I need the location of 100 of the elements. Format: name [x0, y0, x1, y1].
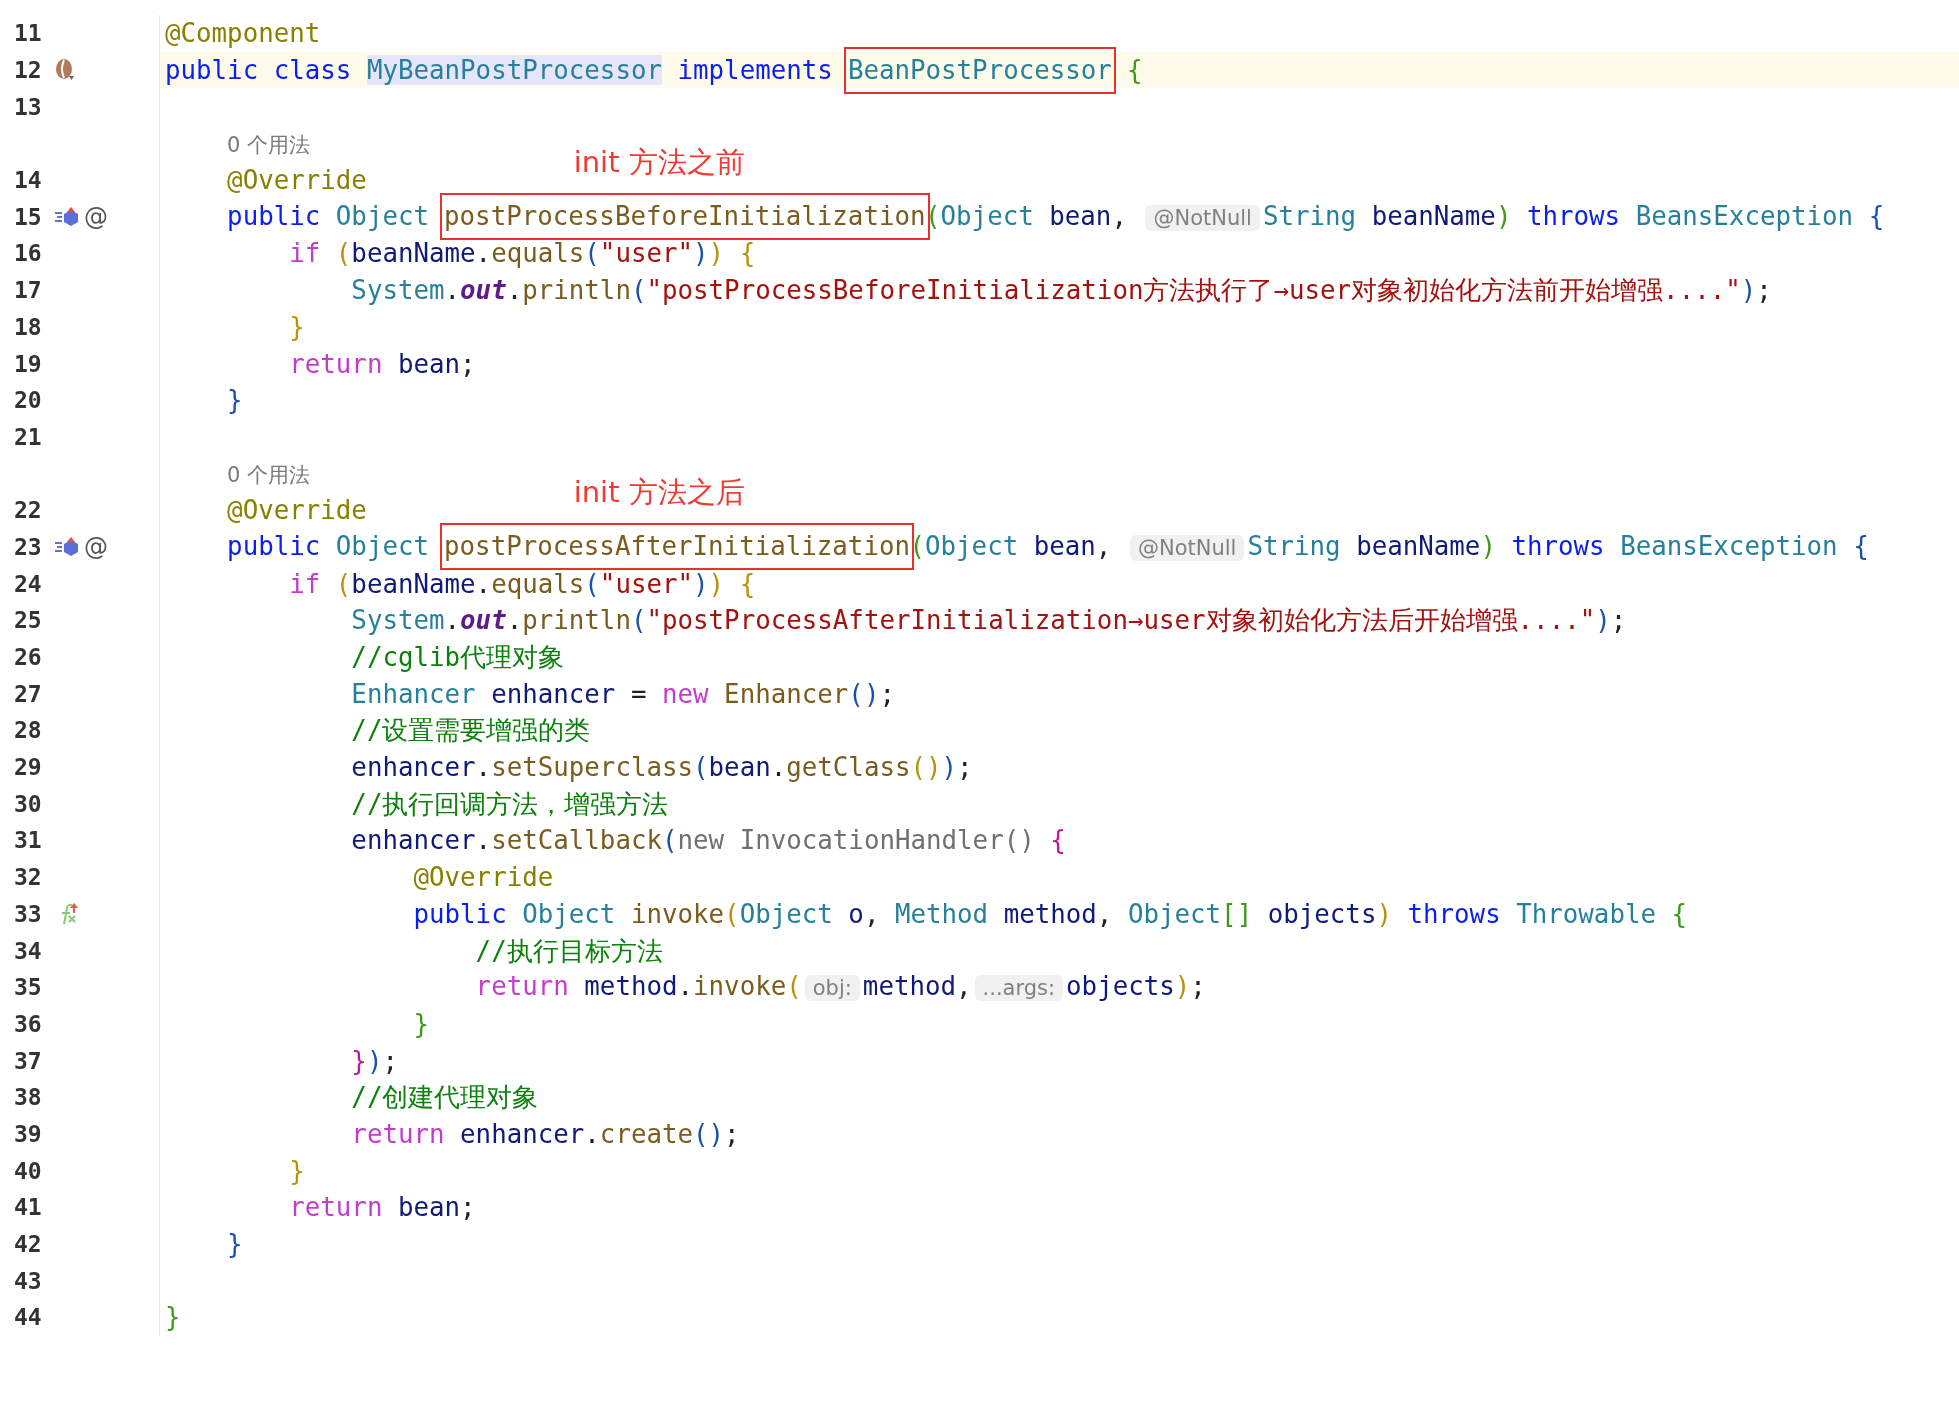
identifier: beanName [1371, 200, 1496, 231]
punctuation: . [506, 605, 523, 636]
keyword: return [351, 1118, 445, 1149]
identifier: bean [1049, 200, 1112, 231]
bracket: ) [366, 1045, 383, 1076]
bracket: } [227, 1229, 243, 1260]
usages-hint[interactable]: 0 个用法 [227, 463, 311, 488]
bracket: ) [941, 752, 958, 783]
method-name: invoke [630, 898, 725, 929]
punctuation: . [506, 275, 523, 306]
keyword: implements [677, 55, 833, 86]
comment: //创建代理对象 [351, 1082, 539, 1113]
keyword: return [289, 1192, 383, 1223]
keyword: if [289, 238, 321, 269]
punctuation: . [475, 568, 492, 599]
punctuation: , [1096, 898, 1113, 929]
type-name: BeansException [1635, 200, 1854, 231]
method-name: postProcessAfterInitialization [444, 530, 910, 561]
line-number: 42 [14, 1231, 43, 1258]
annotation-marker[interactable]: @ [84, 532, 108, 561]
annotation: @Override [413, 862, 554, 893]
type-name: BeanPostProcessor [847, 55, 1112, 86]
string-literal: "user" [599, 238, 694, 269]
inlay-hint: obj: [804, 975, 860, 1002]
punctuation: ; [1756, 275, 1772, 306]
line-number: 25 [14, 607, 43, 634]
type-name: String [1262, 200, 1357, 231]
identifier: method [862, 971, 957, 1002]
method-name: println [522, 275, 631, 306]
identifier: method [1003, 898, 1097, 929]
bean-icon[interactable] [54, 58, 76, 83]
punctuation: ; [460, 1192, 476, 1223]
line-number: 16 [14, 240, 43, 267]
line-number: 40 [14, 1157, 43, 1184]
annotation: @Override [227, 495, 367, 526]
line-number: 30 [14, 790, 43, 817]
type-name: System [351, 605, 445, 636]
implements-method-icon[interactable] [54, 205, 80, 228]
punctuation: ; [382, 1045, 398, 1076]
bracket: ( [693, 752, 709, 783]
line-number: 12 [14, 57, 43, 84]
usages-hint[interactable]: 0 个用法 [227, 132, 311, 157]
identifier: beanName [1356, 530, 1481, 561]
bracket: ) [1480, 530, 1496, 561]
line-number: 23 [14, 533, 43, 560]
type-name: Object [1127, 898, 1222, 929]
identifier: enhancer [460, 1118, 585, 1149]
code-token: new [677, 825, 725, 856]
bracket: ( [925, 200, 941, 231]
annotation-marker[interactable]: @ [84, 202, 108, 231]
punctuation: , [863, 898, 880, 929]
type-name: Object [335, 200, 429, 231]
string-literal: "user" [599, 568, 694, 599]
punctuation: , [1095, 530, 1112, 561]
identifier: enhancer [351, 825, 476, 856]
bracket: { [1868, 200, 1885, 231]
annotation: @Override [227, 165, 367, 196]
inlay-hint: @NotNull [1145, 204, 1260, 231]
field-name: out [460, 605, 507, 636]
line-number: 34 [14, 937, 43, 964]
line-number: 37 [14, 1047, 43, 1074]
line-number: 21 [14, 423, 43, 450]
method-name: Enhancer [724, 678, 849, 709]
punctuation: ; [1610, 605, 1627, 636]
bracket: { [739, 238, 756, 269]
punctuation: ; [957, 752, 973, 783]
line-number: 18 [14, 313, 43, 340]
bracket: ( [630, 605, 647, 636]
identifier: method [584, 971, 678, 1002]
method-name: equals [491, 568, 585, 599]
line-number: 32 [14, 864, 43, 891]
keyword: public [227, 200, 321, 231]
line-number: 24 [14, 570, 43, 597]
line-number: 39 [14, 1120, 43, 1147]
bracket: } [227, 385, 243, 416]
line-number: 38 [14, 1084, 43, 1111]
bracket: { [1671, 898, 1688, 929]
bracket: ( [335, 238, 352, 269]
keyword: return [289, 348, 383, 379]
bracket: ) [708, 568, 725, 599]
line-number: 22 [14, 497, 43, 524]
comment: //执行回调方法，增强方法 [351, 788, 669, 819]
keyword: throws [1526, 200, 1621, 231]
type-name: BeansException [1620, 530, 1838, 561]
bracket: ) [1740, 275, 1757, 306]
bracket: ) [1595, 605, 1611, 636]
implements-method-icon[interactable] [54, 535, 80, 558]
method-name: create [599, 1118, 694, 1149]
punctuation: . [770, 752, 787, 783]
type-name: Throwable [1516, 898, 1656, 929]
inlay-hint: ...args: [974, 975, 1064, 1002]
type-name: String [1247, 530, 1341, 561]
method-name: getClass [786, 752, 911, 783]
identifier: beanName [351, 568, 476, 599]
bracket: ( [786, 971, 802, 1002]
punctuation: = [630, 678, 647, 709]
bracket: ) [1495, 200, 1512, 231]
bracket: [] [1221, 898, 1253, 929]
line-number: 33 [14, 900, 43, 927]
bracket: () [693, 1118, 725, 1149]
